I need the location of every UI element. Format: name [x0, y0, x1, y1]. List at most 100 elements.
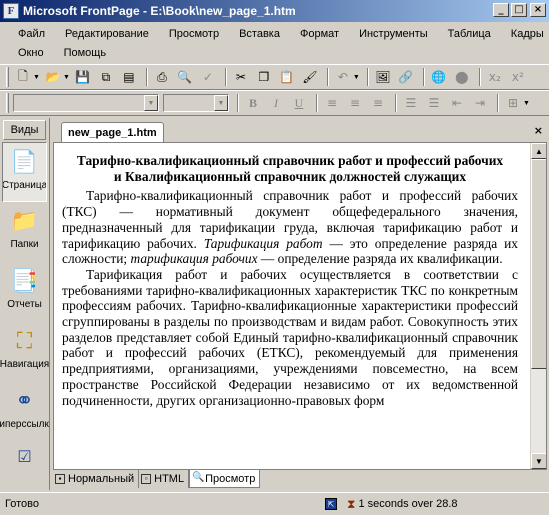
formatting-toolbar: ▼ ▼ B I U ≡ ≡ ≡ ☰ ☰ ⇤ ⇥ ⊞ ▼ [0, 90, 549, 116]
cut-icon[interactable]: ✂ [231, 67, 251, 87]
view-hyperlinks[interactable]: ⚭ Гиперссылки [0, 382, 49, 442]
toolbar-grip[interactable] [6, 67, 9, 87]
view-page[interactable]: 📄 Страница [2, 142, 47, 202]
chevron-down-icon[interactable]: ▼ [523, 100, 530, 107]
superscript-icon[interactable]: x² [508, 67, 528, 87]
chevron-down-icon[interactable]: ▼ [63, 74, 70, 81]
format-painter-icon[interactable]: 🖌 [300, 67, 320, 87]
status-bar: Готово ⇱ ⧗ 1 seconds over 28.8 [0, 492, 549, 515]
window-title: Microsoft FrontPage - E:\Book\new_page_1… [23, 4, 296, 18]
view-navigation[interactable]: ⛶ Навигация [0, 322, 49, 382]
magnifier-icon: 🔍 [192, 471, 205, 483]
menu-frames[interactable]: Кадры [501, 28, 549, 40]
italic-button[interactable]: I [266, 93, 286, 113]
status-text: Готово [5, 498, 39, 510]
scroll-up-icon[interactable]: ▲ [531, 143, 546, 159]
align-left-icon[interactable]: ≡ [322, 93, 342, 113]
menu-view[interactable]: Просмотр [159, 28, 229, 40]
publish-icon[interactable]: ⧉ [96, 67, 116, 87]
close-button[interactable]: × [530, 3, 546, 17]
minimize-button[interactable]: _ [493, 3, 509, 17]
folder-list-icon[interactable]: ▤ [119, 67, 139, 87]
menu-format[interactable]: Формат [290, 28, 349, 40]
toolbar-separator [395, 94, 397, 112]
view-tabs: ▪ Нормальный ▫ HTML 🔍 Просмотр [53, 470, 261, 488]
document-heading: Тарифно-квалификационный справочник рабо… [76, 153, 504, 184]
emphasis-text: Тарификация работ [203, 235, 323, 251]
undo-icon[interactable]: ↶ [333, 67, 353, 87]
document-content[interactable]: Тарифно-квалификационный справочник рабо… [62, 153, 518, 408]
view-folders[interactable]: 📁 Папки [0, 202, 49, 262]
view-reports[interactable]: 📑 Отчеты [0, 262, 49, 322]
decrease-indent-icon[interactable]: ⇤ [447, 93, 467, 113]
copy-icon[interactable]: ❐ [254, 67, 274, 87]
increase-indent-icon[interactable]: ⇥ [470, 93, 490, 113]
underline-button[interactable]: U [289, 93, 309, 113]
menu-file[interactable]: Файл [8, 28, 55, 40]
vertical-scrollbar[interactable]: ▲ ▼ [530, 143, 546, 469]
print-icon[interactable]: ⎙ [152, 67, 172, 87]
save-icon[interactable]: 💾 [73, 67, 93, 87]
print-preview-icon[interactable]: 🔍 [175, 67, 195, 87]
style-select[interactable]: ▼ [13, 94, 159, 112]
scroll-thumb[interactable] [531, 159, 546, 369]
menu-bar: Файл Редактирование Просмотр Вставка Фор… [0, 24, 549, 62]
toolbar-separator [366, 68, 369, 86]
html-view-icon: ▫ [141, 474, 152, 484]
tab-label: Просмотр [205, 472, 256, 485]
tab-new-page[interactable]: new_page_1.htm [61, 122, 164, 142]
scroll-down-icon[interactable]: ▼ [531, 453, 546, 469]
hourglass-icon: ⧗ [347, 496, 356, 511]
toolbar-separator [224, 68, 227, 86]
paragraph-text: — определение разряда их квалификации. [257, 251, 503, 267]
tab-preview[interactable]: 🔍 Просмотр [189, 470, 261, 488]
menu-table[interactable]: Таблица [438, 28, 501, 40]
stop-icon[interactable]: ⬤ [452, 67, 472, 87]
navigation-icon: ⛶ [16, 328, 33, 353]
toolbar-separator [497, 94, 499, 112]
page-editor[interactable]: Тарифно-квалификационный справочник рабо… [53, 142, 547, 470]
close-icon[interactable]: × [534, 124, 543, 137]
reports-icon: 📑 [10, 268, 39, 293]
title-bar: F Microsoft FrontPage - E:\Book\new_page… [0, 0, 549, 22]
tab-normal[interactable]: ▪ Нормальный [53, 470, 140, 488]
chevron-down-icon[interactable]: ▼ [144, 95, 158, 111]
maximize-button[interactable]: □ [511, 3, 527, 17]
bulleted-list-icon[interactable]: ☰ [424, 93, 444, 113]
tab-label: Нормальный [68, 473, 135, 485]
chevron-down-icon[interactable]: ▼ [33, 74, 40, 81]
menu-insert[interactable]: Вставка [229, 28, 290, 40]
bold-button[interactable]: B [243, 93, 263, 113]
toolbar-separator [145, 68, 148, 86]
paste-icon[interactable]: 📋 [277, 67, 297, 87]
paragraph-1: Тарифно-квалификационный справочник рабо… [62, 188, 518, 267]
menu-window[interactable]: Окно [8, 47, 54, 59]
window-controls: _ □ × [491, 3, 546, 17]
menu-edit[interactable]: Редактирование [55, 28, 159, 40]
chevron-down-icon[interactable]: ▼ [353, 74, 360, 81]
normal-view-icon: ▪ [55, 474, 65, 484]
refresh-icon[interactable]: 🌐 [429, 67, 449, 87]
tab-html[interactable]: ▫ HTML [139, 470, 190, 488]
chevron-down-icon[interactable]: ▼ [214, 95, 228, 111]
toolbar-grip[interactable] [6, 93, 9, 113]
view-tasks[interactable]: ☑ [0, 442, 49, 468]
subscript-icon[interactable]: x₂ [485, 67, 505, 87]
tab-label: HTML [154, 473, 185, 485]
menu-tools[interactable]: Инструменты [349, 28, 438, 40]
align-center-icon[interactable]: ≡ [345, 93, 365, 113]
hyperlink-icon[interactable]: 🔗 [396, 67, 416, 87]
view-label: Папки [10, 239, 39, 250]
font-size-select[interactable]: ▼ [163, 94, 229, 112]
menu-help[interactable]: Помощь [54, 47, 117, 59]
image-icon[interactable]: 🖼 [373, 67, 393, 87]
new-page-icon[interactable]: 🗋 [13, 67, 33, 87]
align-right-icon[interactable]: ≡ [368, 93, 388, 113]
page-view-icon: 📄 [10, 149, 39, 174]
open-icon[interactable]: 📂 [43, 67, 63, 87]
views-bar: Виды 📄 Страница 📁 Папки 📑 Отчеты ⛶ Навиг… [0, 118, 50, 490]
numbered-list-icon[interactable]: ☰ [401, 93, 421, 113]
spelling-icon[interactable]: ✓ [198, 67, 218, 87]
borders-icon[interactable]: ⊞ [503, 93, 523, 113]
frontpage-icon[interactable]: F [3, 3, 19, 19]
